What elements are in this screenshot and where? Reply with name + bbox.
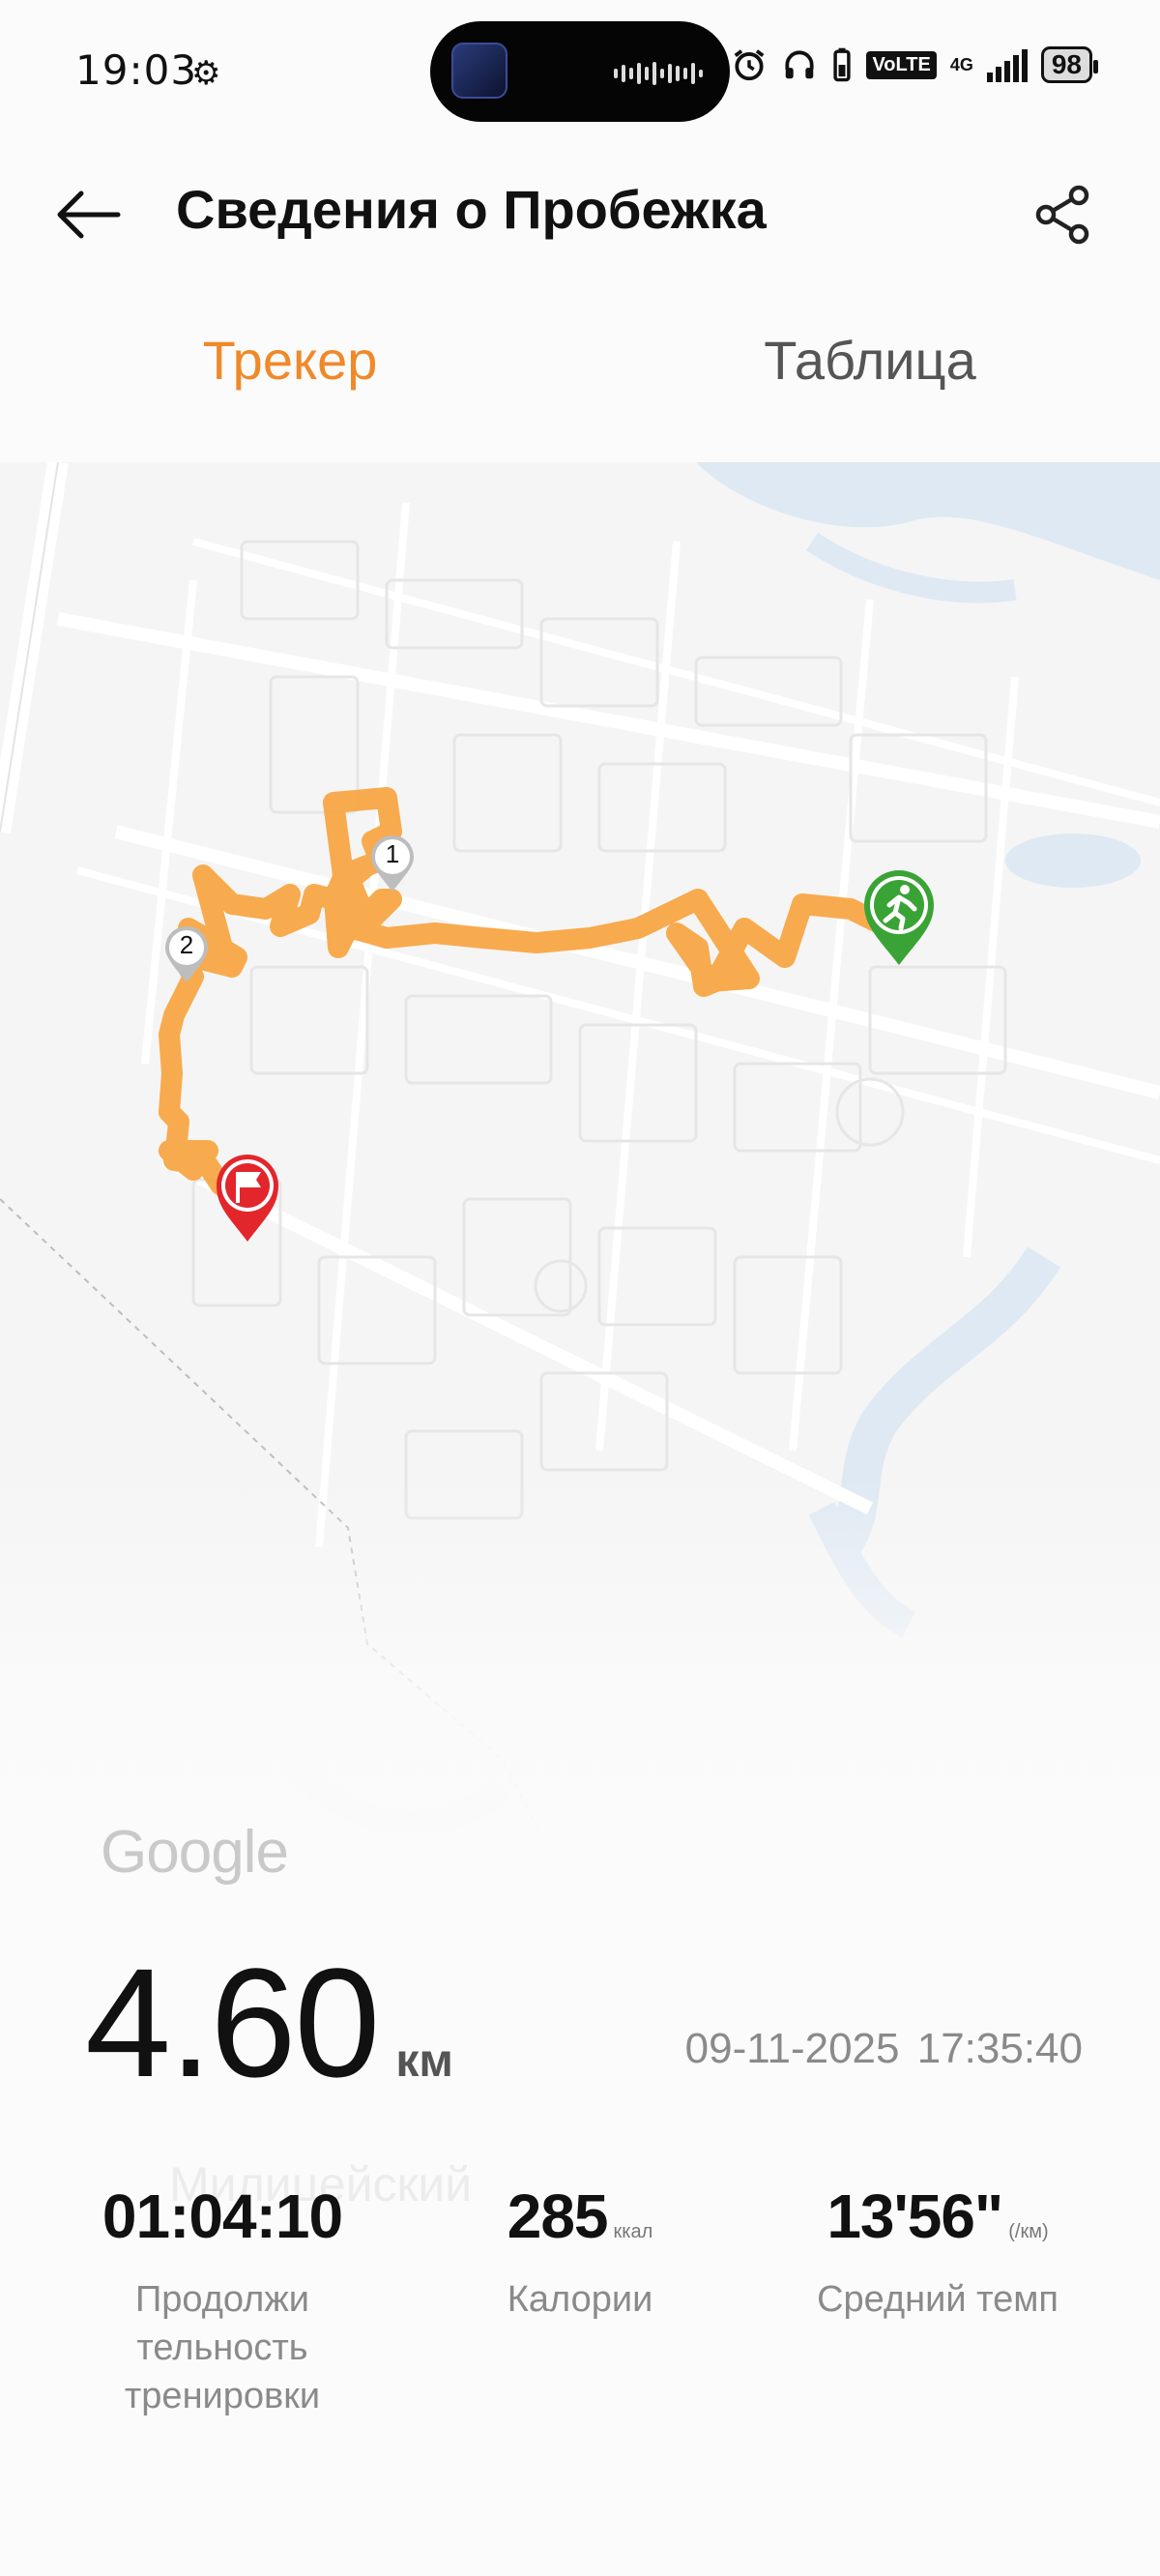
status-time: 19:03 <box>75 46 198 94</box>
duration-value: 01:04:10 <box>102 2181 343 2251</box>
metrics-row: 01:04:10 Продолжи тельность тренировки 2… <box>0 2181 1160 2432</box>
dynamic-island[interactable] <box>430 21 730 122</box>
back-arrow-icon <box>57 190 121 239</box>
network-type: 4G <box>949 54 973 74</box>
battery-small-icon <box>831 46 853 83</box>
lap-marker-2-label: 2 <box>179 930 194 959</box>
flag-icon <box>217 1155 278 1242</box>
pace-label: Средний темп <box>817 2279 1058 2320</box>
audio-wave-icon <box>614 62 703 85</box>
metric-pace: 13'56" (/км) Средний темп <box>793 2181 1083 2324</box>
lap-marker-2[interactable]: 2 <box>163 924 210 984</box>
workout-date: 09-11-2025 <box>684 2025 900 2072</box>
status-bar: 19:03 ⚙ VoLTE 4G 98 <box>0 0 1160 135</box>
headphones-icon <box>781 46 818 83</box>
metric-calories: 285 ккал Калории <box>464 2181 696 2324</box>
lap-marker-1-label: 1 <box>385 839 400 868</box>
volte-icon: VoLTE <box>866 50 937 79</box>
share-icon <box>1035 185 1089 245</box>
calories-label: Калории <box>507 2279 653 2320</box>
status-icons: VoLTE 4G 98 <box>731 46 1099 83</box>
duration-label: Продолжи тельность тренировки <box>124 2279 321 2416</box>
gear-icon: ⚙ <box>191 54 221 93</box>
start-marker[interactable] <box>860 866 938 967</box>
album-art-icon <box>451 43 508 99</box>
tab-bar: Трекер Таблица <box>0 329 1160 425</box>
pace-unit: (/км) <box>1008 2221 1049 2242</box>
share-button[interactable] <box>1025 176 1102 253</box>
battery-level: 98 <box>1051 49 1082 79</box>
metric-duration: 01:04:10 Продолжи тельность тренировки <box>77 2181 367 2420</box>
route-map[interactable]: 1 2 <box>0 462 1160 1913</box>
calories-unit: ккал <box>613 2221 653 2242</box>
finish-marker[interactable] <box>213 1151 282 1244</box>
app-header: Сведения о Пробежка <box>0 155 1160 271</box>
alarm-icon <box>731 46 768 83</box>
runner-icon <box>864 870 934 965</box>
google-logo: Google <box>101 1819 289 1886</box>
workout-time: 17:35:40 <box>916 2025 1083 2072</box>
page-title: Сведения о Пробежка <box>176 179 767 240</box>
pace-value: 13'56" <box>826 2181 1003 2251</box>
tab-tracker[interactable]: Трекер <box>0 329 580 425</box>
calories-value: 285 <box>507 2181 609 2251</box>
back-button[interactable] <box>48 176 126 253</box>
distance-value: 4.60 <box>85 1936 380 2109</box>
tab-table[interactable]: Таблица <box>580 329 1160 425</box>
lap-marker-1[interactable]: 1 <box>369 834 416 893</box>
distance-unit: км <box>395 2035 453 2087</box>
battery-icon: 98 <box>1040 46 1099 83</box>
signal-icon <box>986 47 1028 82</box>
distance-summary: 4.60 км <box>85 1934 453 2112</box>
workout-datetime: 09-11-2025 17:35:40 <box>685 2025 1083 2073</box>
